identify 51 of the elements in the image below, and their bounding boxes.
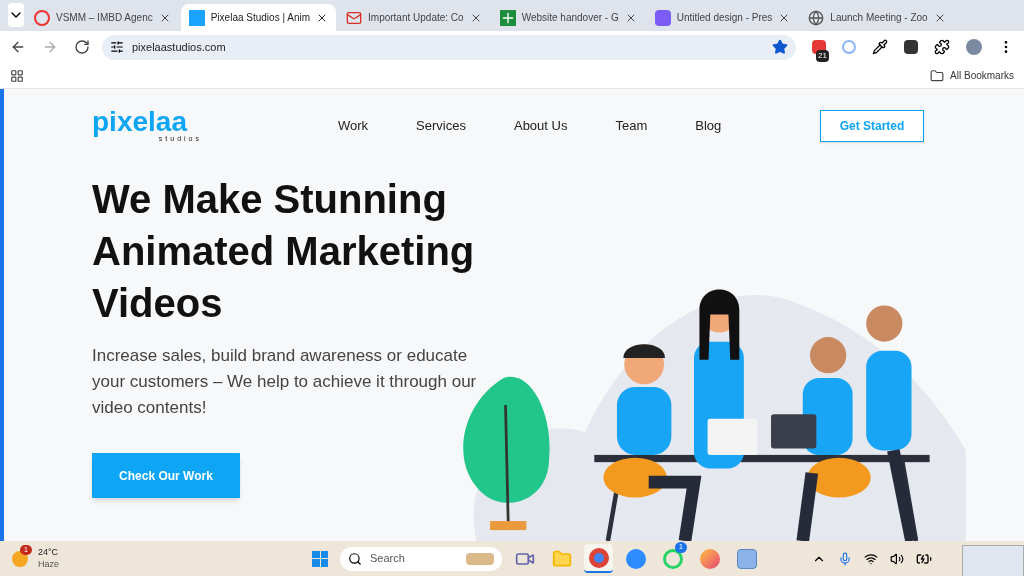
back-icon[interactable] xyxy=(10,39,26,55)
hero-headline: We Make Stunning Animated Marketing Videos xyxy=(92,176,476,327)
design-app-icon xyxy=(654,9,671,26)
extension-badge: 21 xyxy=(816,50,829,62)
search-icon xyxy=(348,551,362,566)
extensions-icon[interactable] xyxy=(934,39,950,55)
microphone-icon[interactable] xyxy=(838,551,852,566)
browser-tab[interactable]: Untitled design - Pres xyxy=(646,4,799,31)
wifi-icon[interactable] xyxy=(864,551,878,566)
bookmarks-link[interactable]: All Bookmarks xyxy=(950,68,1014,83)
folder-icon[interactable] xyxy=(930,68,945,83)
tab-title: Launch Meeting - Zoo xyxy=(830,11,928,25)
nav-link[interactable]: Work xyxy=(338,116,369,136)
search-placeholder: Search xyxy=(370,551,406,567)
profile-avatar[interactable] xyxy=(966,39,982,55)
start-icon[interactable] xyxy=(312,550,328,567)
tab-list-button[interactable] xyxy=(8,3,24,27)
volume-icon[interactable] xyxy=(890,551,904,566)
nav-link[interactable]: Services xyxy=(416,116,466,136)
nav-link[interactable]: Blog xyxy=(695,116,722,136)
browser-tab[interactable]: Important Update: Co xyxy=(338,4,490,31)
nav-link[interactable]: About Us xyxy=(513,116,568,136)
hero-description: Increase sales, build brand awareness or educate your customers – We help to achieve it through our video contents! xyxy=(92,345,478,419)
tab-title: Untitled design - Pres xyxy=(676,11,773,25)
nav-link[interactable]: Team xyxy=(615,116,648,136)
apps-icon[interactable] xyxy=(10,68,24,83)
url-text: pixelaastudios.com xyxy=(132,39,227,55)
tab-title: Important Update: Co xyxy=(368,11,464,25)
site-favicon-icon xyxy=(188,9,205,26)
browser-tab[interactable]: Pixelaa Studios | Anim xyxy=(180,4,337,31)
tab-title: Website handover - G xyxy=(521,11,619,25)
eyedropper-icon[interactable] xyxy=(872,39,888,55)
chrome-icon[interactable] xyxy=(588,547,609,568)
browser-tab[interactable]: VSMM – IMBD Agenc xyxy=(26,4,179,31)
browser-tab[interactable]: Website handover - G xyxy=(491,4,645,31)
taskbar-search-field[interactable]: Search xyxy=(340,546,502,571)
tab-title: VSMM – IMBD Agenc xyxy=(56,11,153,25)
address-bar[interactable]: pixelaastudios.com xyxy=(102,34,796,60)
mail-icon xyxy=(346,9,363,26)
browser-tab[interactable]: Launch Meeting - Zoo xyxy=(800,4,954,31)
temperature-text: 24°C xyxy=(38,547,59,559)
globe-icon xyxy=(808,9,825,26)
weather-icon[interactable] xyxy=(12,550,28,567)
site-settings-icon[interactable] xyxy=(110,40,124,54)
tab-title: Pixelaa Studios | Anim xyxy=(210,11,311,25)
bookmark-star-icon[interactable] xyxy=(772,39,788,55)
site-logo-icon xyxy=(34,9,50,26)
spreadsheet-icon xyxy=(499,9,516,26)
weather-condition-text: Haze xyxy=(38,558,59,570)
reload-icon[interactable] xyxy=(74,39,90,55)
window-thumbnail xyxy=(962,545,1024,576)
